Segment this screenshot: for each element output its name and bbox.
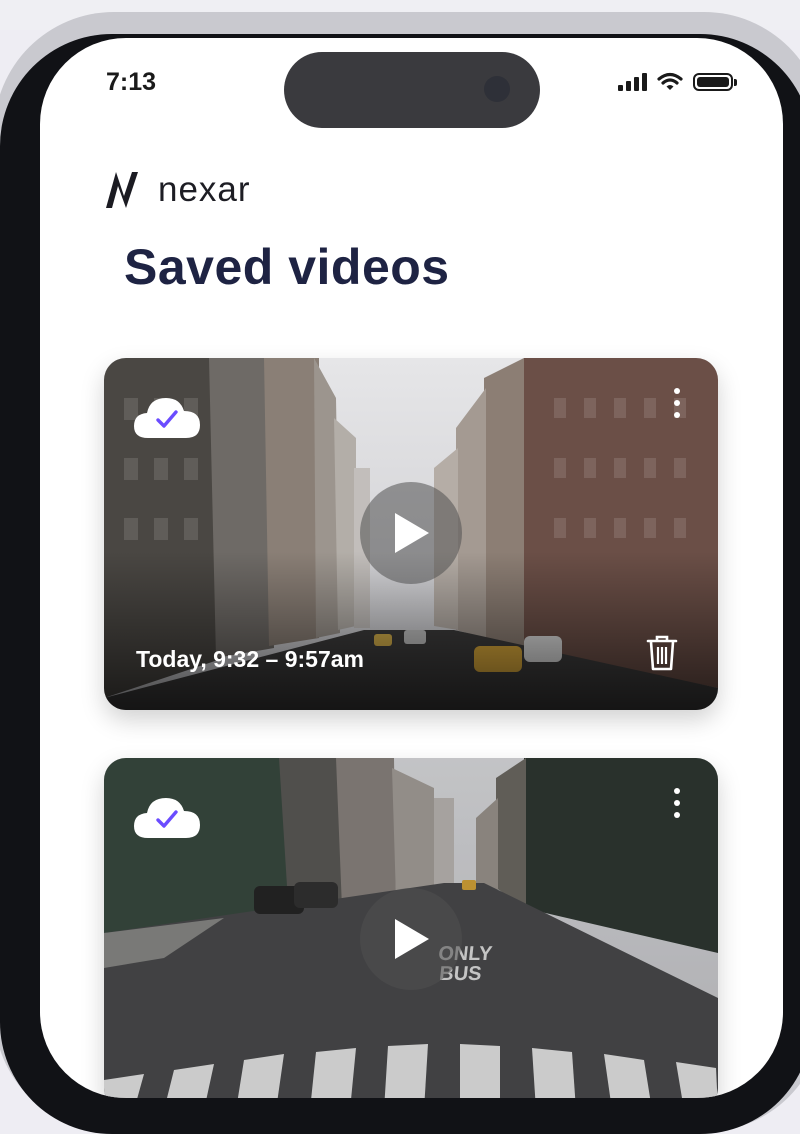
- video-card[interactable]: ONLY BUS: [104, 758, 718, 1098]
- play-icon: [395, 513, 429, 553]
- play-button[interactable]: [360, 482, 462, 584]
- trash-icon: [646, 635, 678, 671]
- status-time: 7:13: [106, 68, 157, 96]
- brand: nexar: [102, 168, 251, 212]
- play-button[interactable]: [360, 888, 462, 990]
- phone-screen: 7:13 nexar Saved videos Today, 9:32 – 9:…: [40, 38, 783, 1098]
- cloud-check-icon: [132, 394, 202, 444]
- page-title: Saved videos: [124, 239, 450, 295]
- video-time-range: Today, 9:32 – 9:57am: [136, 646, 364, 672]
- wifi-icon: [657, 72, 683, 90]
- nexar-logo-icon: [106, 172, 138, 208]
- status-icons: [618, 72, 737, 92]
- delete-button[interactable]: [646, 634, 678, 676]
- signal-icon: [618, 73, 647, 91]
- battery-icon: [693, 73, 737, 91]
- camera-icon: [484, 76, 510, 102]
- cloud-check-icon: [132, 794, 202, 844]
- video-card[interactable]: Today, 9:32 – 9:57am: [104, 358, 718, 710]
- play-icon: [395, 919, 429, 959]
- brand-name: nexar: [158, 170, 251, 209]
- kebab-menu-icon[interactable]: [672, 388, 682, 418]
- dynamic-island: [284, 52, 540, 128]
- kebab-menu-icon[interactable]: [672, 788, 682, 818]
